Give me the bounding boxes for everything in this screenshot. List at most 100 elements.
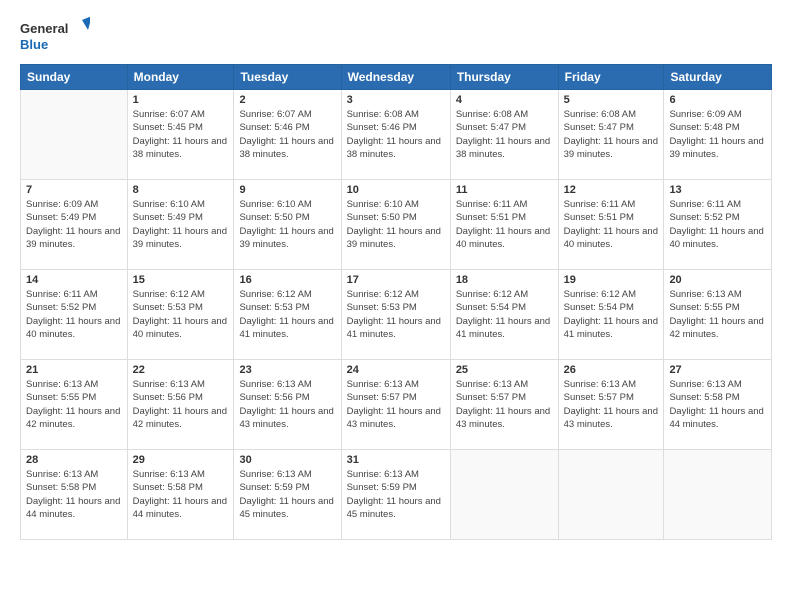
week-row-4: 21 Sunrise: 6:13 AMSunset: 5:55 PMDaylig… xyxy=(21,360,772,450)
day-cell: 26 Sunrise: 6:13 AMSunset: 5:57 PMDaylig… xyxy=(558,360,664,450)
day-number: 1 xyxy=(133,94,229,106)
week-row-3: 14 Sunrise: 6:11 AMSunset: 5:52 PMDaylig… xyxy=(21,270,772,360)
day-number: 26 xyxy=(564,364,659,376)
day-number: 19 xyxy=(564,274,659,286)
day-info: Sunrise: 6:10 AMSunset: 5:50 PMDaylight:… xyxy=(347,198,445,251)
day-info: Sunrise: 6:10 AMSunset: 5:49 PMDaylight:… xyxy=(133,198,229,251)
day-cell: 6 Sunrise: 6:09 AMSunset: 5:48 PMDayligh… xyxy=(664,90,772,180)
week-row-1: 1 Sunrise: 6:07 AMSunset: 5:45 PMDayligh… xyxy=(21,90,772,180)
day-info: Sunrise: 6:13 AMSunset: 5:56 PMDaylight:… xyxy=(133,378,229,431)
day-cell: 18 Sunrise: 6:12 AMSunset: 5:54 PMDaylig… xyxy=(450,270,558,360)
column-header-saturday: Saturday xyxy=(664,65,772,90)
day-info: Sunrise: 6:12 AMSunset: 5:54 PMDaylight:… xyxy=(456,288,553,341)
day-number: 2 xyxy=(239,94,335,106)
day-info: Sunrise: 6:12 AMSunset: 5:54 PMDaylight:… xyxy=(564,288,659,341)
day-cell: 28 Sunrise: 6:13 AMSunset: 5:58 PMDaylig… xyxy=(21,450,128,540)
day-info: Sunrise: 6:13 AMSunset: 5:55 PMDaylight:… xyxy=(669,288,766,341)
day-number: 11 xyxy=(456,184,553,196)
day-number: 20 xyxy=(669,274,766,286)
day-info: Sunrise: 6:07 AMSunset: 5:46 PMDaylight:… xyxy=(239,108,335,161)
column-header-thursday: Thursday xyxy=(450,65,558,90)
day-cell: 8 Sunrise: 6:10 AMSunset: 5:49 PMDayligh… xyxy=(127,180,234,270)
day-info: Sunrise: 6:13 AMSunset: 5:56 PMDaylight:… xyxy=(239,378,335,431)
day-cell: 9 Sunrise: 6:10 AMSunset: 5:50 PMDayligh… xyxy=(234,180,341,270)
day-info: Sunrise: 6:11 AMSunset: 5:51 PMDaylight:… xyxy=(456,198,553,251)
day-cell: 31 Sunrise: 6:13 AMSunset: 5:59 PMDaylig… xyxy=(341,450,450,540)
day-cell: 14 Sunrise: 6:11 AMSunset: 5:52 PMDaylig… xyxy=(21,270,128,360)
logo-svg: General Blue xyxy=(20,16,90,54)
day-info: Sunrise: 6:09 AMSunset: 5:48 PMDaylight:… xyxy=(669,108,766,161)
day-cell: 4 Sunrise: 6:08 AMSunset: 5:47 PMDayligh… xyxy=(450,90,558,180)
week-row-2: 7 Sunrise: 6:09 AMSunset: 5:49 PMDayligh… xyxy=(21,180,772,270)
column-header-sunday: Sunday xyxy=(21,65,128,90)
day-info: Sunrise: 6:12 AMSunset: 5:53 PMDaylight:… xyxy=(133,288,229,341)
day-number: 4 xyxy=(456,94,553,106)
day-info: Sunrise: 6:13 AMSunset: 5:57 PMDaylight:… xyxy=(564,378,659,431)
day-number: 7 xyxy=(26,184,122,196)
day-info: Sunrise: 6:09 AMSunset: 5:49 PMDaylight:… xyxy=(26,198,122,251)
day-number: 24 xyxy=(347,364,445,376)
logo: General Blue xyxy=(20,16,90,54)
day-cell: 2 Sunrise: 6:07 AMSunset: 5:46 PMDayligh… xyxy=(234,90,341,180)
day-number: 3 xyxy=(347,94,445,106)
day-info: Sunrise: 6:13 AMSunset: 5:58 PMDaylight:… xyxy=(133,468,229,521)
day-number: 16 xyxy=(239,274,335,286)
day-cell: 13 Sunrise: 6:11 AMSunset: 5:52 PMDaylig… xyxy=(664,180,772,270)
column-header-friday: Friday xyxy=(558,65,664,90)
day-info: Sunrise: 6:12 AMSunset: 5:53 PMDaylight:… xyxy=(239,288,335,341)
column-header-monday: Monday xyxy=(127,65,234,90)
day-cell: 19 Sunrise: 6:12 AMSunset: 5:54 PMDaylig… xyxy=(558,270,664,360)
day-info: Sunrise: 6:13 AMSunset: 5:58 PMDaylight:… xyxy=(26,468,122,521)
day-number: 27 xyxy=(669,364,766,376)
day-number: 8 xyxy=(133,184,229,196)
column-header-wednesday: Wednesday xyxy=(341,65,450,90)
day-cell xyxy=(558,450,664,540)
day-cell xyxy=(664,450,772,540)
day-number: 30 xyxy=(239,454,335,466)
day-number: 13 xyxy=(669,184,766,196)
day-cell: 3 Sunrise: 6:08 AMSunset: 5:46 PMDayligh… xyxy=(341,90,450,180)
week-row-5: 28 Sunrise: 6:13 AMSunset: 5:58 PMDaylig… xyxy=(21,450,772,540)
day-cell: 21 Sunrise: 6:13 AMSunset: 5:55 PMDaylig… xyxy=(21,360,128,450)
day-info: Sunrise: 6:12 AMSunset: 5:53 PMDaylight:… xyxy=(347,288,445,341)
day-number: 23 xyxy=(239,364,335,376)
day-cell xyxy=(21,90,128,180)
day-number: 6 xyxy=(669,94,766,106)
day-number: 10 xyxy=(347,184,445,196)
day-cell: 12 Sunrise: 6:11 AMSunset: 5:51 PMDaylig… xyxy=(558,180,664,270)
day-info: Sunrise: 6:13 AMSunset: 5:58 PMDaylight:… xyxy=(669,378,766,431)
day-number: 22 xyxy=(133,364,229,376)
day-cell: 25 Sunrise: 6:13 AMSunset: 5:57 PMDaylig… xyxy=(450,360,558,450)
day-number: 14 xyxy=(26,274,122,286)
day-cell: 17 Sunrise: 6:12 AMSunset: 5:53 PMDaylig… xyxy=(341,270,450,360)
day-cell: 15 Sunrise: 6:12 AMSunset: 5:53 PMDaylig… xyxy=(127,270,234,360)
day-number: 31 xyxy=(347,454,445,466)
day-cell: 24 Sunrise: 6:13 AMSunset: 5:57 PMDaylig… xyxy=(341,360,450,450)
day-cell: 30 Sunrise: 6:13 AMSunset: 5:59 PMDaylig… xyxy=(234,450,341,540)
day-cell: 11 Sunrise: 6:11 AMSunset: 5:51 PMDaylig… xyxy=(450,180,558,270)
calendar-table: SundayMondayTuesdayWednesdayThursdayFrid… xyxy=(20,64,772,540)
svg-text:Blue: Blue xyxy=(20,37,48,52)
day-info: Sunrise: 6:07 AMSunset: 5:45 PMDaylight:… xyxy=(133,108,229,161)
day-info: Sunrise: 6:13 AMSunset: 5:57 PMDaylight:… xyxy=(456,378,553,431)
day-number: 12 xyxy=(564,184,659,196)
day-cell: 10 Sunrise: 6:10 AMSunset: 5:50 PMDaylig… xyxy=(341,180,450,270)
column-header-tuesday: Tuesday xyxy=(234,65,341,90)
day-cell: 29 Sunrise: 6:13 AMSunset: 5:58 PMDaylig… xyxy=(127,450,234,540)
day-number: 15 xyxy=(133,274,229,286)
day-cell xyxy=(450,450,558,540)
day-info: Sunrise: 6:11 AMSunset: 5:51 PMDaylight:… xyxy=(564,198,659,251)
day-cell: 27 Sunrise: 6:13 AMSunset: 5:58 PMDaylig… xyxy=(664,360,772,450)
day-cell: 23 Sunrise: 6:13 AMSunset: 5:56 PMDaylig… xyxy=(234,360,341,450)
day-info: Sunrise: 6:08 AMSunset: 5:47 PMDaylight:… xyxy=(564,108,659,161)
day-info: Sunrise: 6:13 AMSunset: 5:55 PMDaylight:… xyxy=(26,378,122,431)
day-cell: 22 Sunrise: 6:13 AMSunset: 5:56 PMDaylig… xyxy=(127,360,234,450)
day-info: Sunrise: 6:13 AMSunset: 5:57 PMDaylight:… xyxy=(347,378,445,431)
day-number: 28 xyxy=(26,454,122,466)
day-number: 18 xyxy=(456,274,553,286)
day-info: Sunrise: 6:08 AMSunset: 5:47 PMDaylight:… xyxy=(456,108,553,161)
day-info: Sunrise: 6:13 AMSunset: 5:59 PMDaylight:… xyxy=(347,468,445,521)
day-info: Sunrise: 6:11 AMSunset: 5:52 PMDaylight:… xyxy=(669,198,766,251)
header: General Blue xyxy=(20,16,772,54)
day-number: 21 xyxy=(26,364,122,376)
